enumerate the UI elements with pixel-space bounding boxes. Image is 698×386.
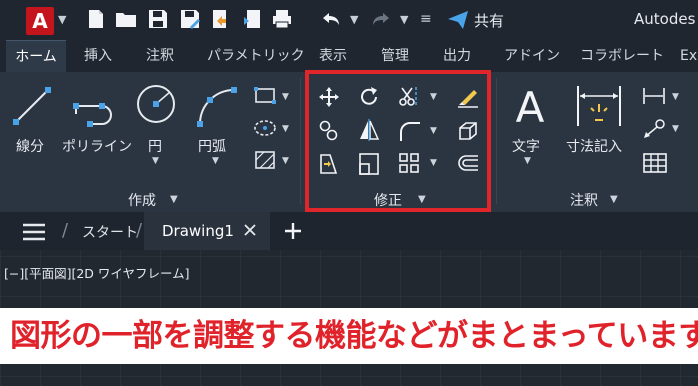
plot-printer-icon[interactable] [270, 7, 294, 31]
tab-home[interactable]: ホーム [6, 40, 66, 72]
save-icon[interactable] [146, 7, 170, 31]
save-to-web-icon[interactable] [240, 7, 264, 31]
tab-manage[interactable]: 管理 [381, 40, 409, 72]
modify-panel-highlight [305, 70, 491, 212]
tab-express[interactable]: Ex [680, 40, 697, 72]
circle-label[interactable]: 円 [148, 136, 162, 156]
rectangle-chevron-icon[interactable]: ▼ [282, 92, 289, 102]
tab-insert[interactable]: 挿入 [84, 40, 112, 72]
line-label[interactable]: 線分 [16, 136, 44, 156]
share-icon[interactable] [446, 9, 470, 31]
hatch-icon[interactable] [254, 118, 278, 138]
arc-label[interactable]: 円弧 [198, 136, 226, 156]
redo-chevron-icon[interactable]: ▼ [400, 13, 408, 26]
app-logo-letter: A [32, 9, 48, 33]
gradient-hatch-icon[interactable] [254, 150, 278, 170]
menu-icon[interactable] [22, 223, 46, 241]
drawing-tab[interactable]: Drawing1 [144, 212, 270, 250]
tab-view[interactable]: 表示 [319, 40, 347, 72]
save-as-icon[interactable] [178, 7, 202, 31]
rectangle-icon[interactable] [254, 86, 278, 106]
redo-icon[interactable] [368, 7, 392, 31]
panel-divider [300, 78, 301, 204]
chevron-down-icon[interactable]: ▼ [58, 13, 66, 26]
tab-separator: / [62, 220, 69, 241]
app-title: Autodes [634, 10, 696, 28]
tab-collaborate[interactable]: コラボレート [580, 40, 664, 72]
tab-output[interactable]: 出力 [443, 40, 471, 72]
application-menu-button[interactable]: A [26, 7, 54, 35]
line-icon[interactable] [10, 84, 54, 128]
panel-divider [496, 78, 497, 204]
leader-icon[interactable] [642, 118, 668, 140]
dimension-label[interactable]: 寸法記入 [566, 136, 622, 156]
start-tab[interactable]: スタート [82, 222, 138, 242]
arc-chevron-icon[interactable]: ▼ [212, 156, 219, 166]
arc-icon[interactable] [194, 84, 238, 128]
caption-text: 図形の一部を調整する機能などがまとまっています [10, 318, 698, 354]
ribbon-tab-bar: ホーム 挿入 注釈 パラメトリック 表示 管理 出力 アドイン コラボレート E… [0, 40, 698, 72]
new-tab-plus-icon[interactable] [284, 222, 302, 240]
tab-separator: / [136, 220, 143, 241]
undo-chevron-icon[interactable]: ▼ [350, 13, 358, 26]
undo-icon[interactable] [320, 7, 344, 31]
annotation-panel-title[interactable]: 注釈 [570, 190, 598, 210]
document-tab-bar: / スタート / Drawing1 [0, 212, 698, 250]
svg-text:A: A [516, 83, 545, 132]
tab-annotate[interactable]: 注釈 [146, 40, 174, 72]
open-folder-icon[interactable] [114, 7, 138, 31]
hatch-chevron-icon[interactable]: ▼ [282, 156, 289, 166]
text-label[interactable]: 文字 [512, 136, 540, 156]
text-icon[interactable]: A [508, 82, 552, 132]
draw-panel-title[interactable]: 作成 [128, 190, 156, 210]
linear-dimension-icon[interactable] [642, 86, 668, 106]
open-web-icon[interactable] [208, 7, 232, 31]
caption-banner: 図形の一部を調整する機能などがまとまっています [0, 308, 698, 364]
ellipse-chevron-icon[interactable]: ▼ [282, 124, 289, 134]
quick-access-toolbar: A ▼ ▼ ▼ ≡ 共有 Autodes [0, 0, 698, 40]
text-chevron-icon[interactable]: ▼ [524, 156, 531, 166]
annotation-panel-chevron-icon[interactable]: ▼ [610, 194, 618, 205]
leader-chevron-icon[interactable]: ▼ [672, 124, 679, 134]
dimension-icon[interactable] [574, 84, 624, 128]
close-icon[interactable] [244, 224, 256, 236]
tab-parametric[interactable]: パラメトリック [207, 40, 305, 72]
share-label[interactable]: 共有 [474, 10, 504, 31]
circle-chevron-icon[interactable]: ▼ [152, 156, 159, 166]
tab-addins[interactable]: アドイン [504, 40, 560, 72]
new-file-icon[interactable] [84, 7, 108, 31]
draw-panel-chevron-icon[interactable]: ▼ [170, 194, 178, 205]
customize-qat-icon[interactable]: ≡ [420, 11, 432, 27]
polyline-label[interactable]: ポリライン [62, 136, 132, 156]
circle-icon[interactable] [134, 82, 178, 126]
polyline-icon[interactable] [72, 84, 120, 128]
viewport-controls[interactable]: [−][平面図][2D ワイヤフレーム] [4, 263, 190, 282]
drawing-tab-label: Drawing1 [162, 222, 234, 240]
table-icon[interactable] [642, 152, 668, 174]
linear-dimension-chevron-icon[interactable]: ▼ [672, 92, 679, 102]
